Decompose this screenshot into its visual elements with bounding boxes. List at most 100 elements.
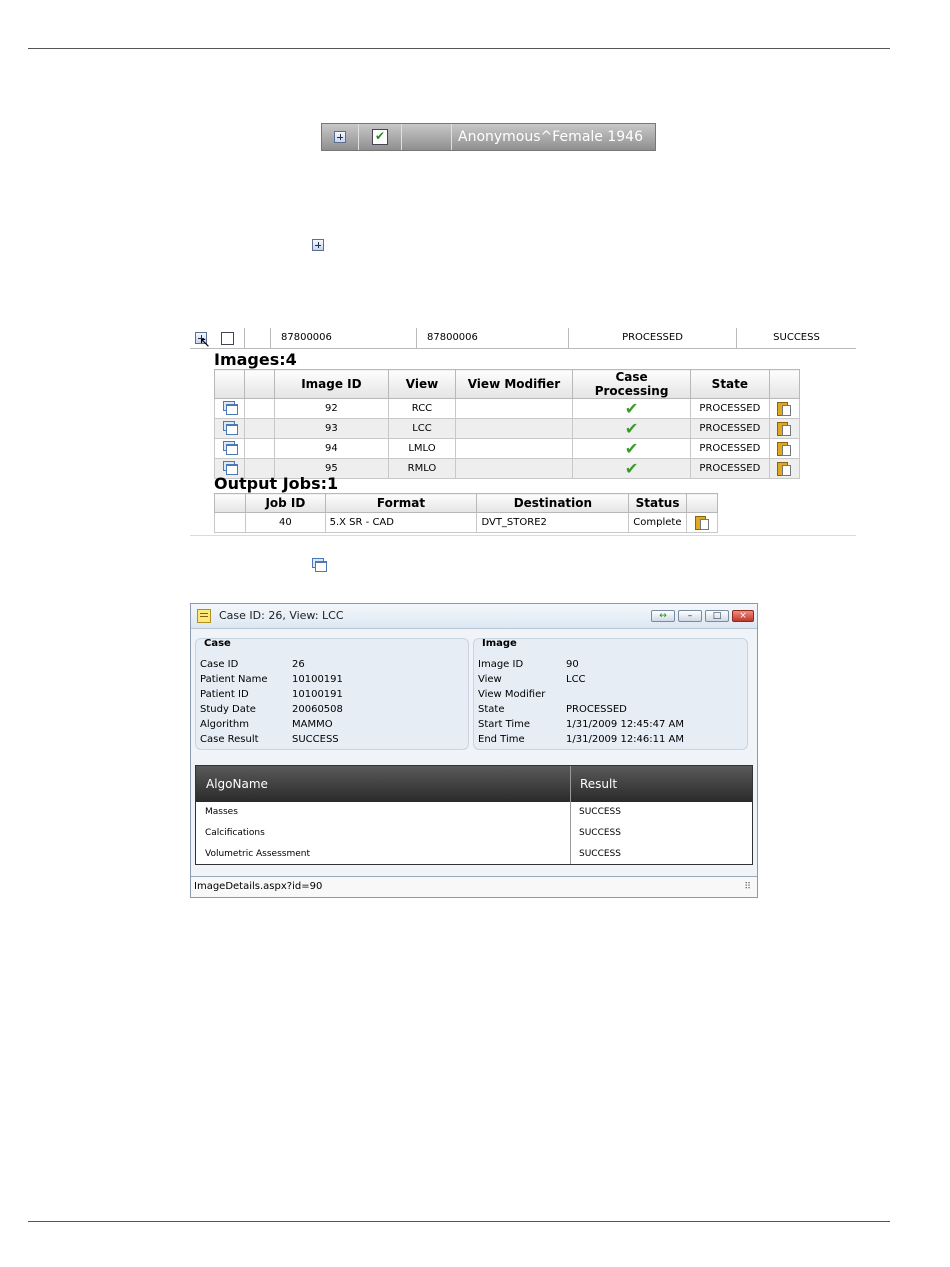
row-action-cell <box>768 418 801 439</box>
table-row: Calcifications SUCCESS <box>196 828 752 848</box>
image-label: View Modifier <box>478 689 546 700</box>
clipboard-icon[interactable] <box>777 460 792 476</box>
study-result: SUCCESS <box>736 328 856 348</box>
job-destination: DVT_STORE2 <box>476 512 630 533</box>
window-title: Case ID: 26, View: LCC <box>219 609 344 622</box>
expand-plus-icon[interactable] <box>334 131 346 143</box>
table-row: 92 RCC ✔ PROCESSED <box>213 398 801 419</box>
clipboard-icon[interactable] <box>694 514 709 530</box>
view-details-icon <box>312 558 327 572</box>
status-url: ImageDetails.aspx?id=90 <box>194 881 323 892</box>
image-view: RCC <box>387 398 456 419</box>
job-id: 40 <box>245 512 326 533</box>
window-titlebar[interactable]: Case ID: 26, View: LCC ↔ – □ × <box>191 604 757 629</box>
image-processing: ✔ <box>571 458 692 479</box>
row-icon-cell <box>213 438 246 459</box>
patient-row[interactable]: ✔ Anonymous^Female 1946 <box>321 123 656 151</box>
resize-grip-icon[interactable]: ⠿ <box>744 877 751 897</box>
images-heading: Images:4 <box>214 350 297 369</box>
status-bar: ImageDetails.aspx?id=90 ⠿ <box>191 876 757 897</box>
algo-result: SUCCESS <box>579 849 621 859</box>
images-col-modifier[interactable]: View Modifier <box>454 369 573 399</box>
image-legend: Image <box>482 638 517 649</box>
images-col-blank <box>244 369 275 399</box>
patient-checkbox[interactable]: ✔ <box>372 129 388 145</box>
checkmark-icon: ✔ <box>624 398 639 418</box>
row-icon-cell <box>213 418 246 439</box>
view-details-icon[interactable] <box>222 401 238 415</box>
checkmark-icon: ✔ <box>624 438 639 458</box>
case-label: Study Date <box>200 704 256 715</box>
case-label: Algorithm <box>200 719 249 730</box>
study-state: PROCESSED <box>568 328 736 348</box>
clipboard-icon[interactable] <box>777 420 792 436</box>
image-view: LCC <box>387 418 456 439</box>
study-block: ↖ 87800006 87800006 PROCESSED SUCCESS Im… <box>190 328 856 536</box>
image-state: PROCESSED <box>690 438 770 459</box>
image-values: 90 LCC PROCESSED 1/31/2009 12:45:47 AM 1… <box>566 657 684 747</box>
resize-arrows-icon[interactable]: ↔ <box>651 610 675 622</box>
image-label: Start Time <box>478 719 531 730</box>
case-value: 26 <box>292 659 305 670</box>
view-details-icon[interactable] <box>222 461 238 475</box>
case-values: 26 10100191 10100191 20060508 MAMMO SUCC… <box>292 657 343 747</box>
table-row: 94 LMLO ✔ PROCESSED <box>213 438 801 459</box>
jobs-header-row: Job ID Format Destination Status <box>213 493 719 513</box>
jobs-col-format[interactable]: Format <box>324 493 478 513</box>
view-details-icon[interactable] <box>222 421 238 435</box>
jobs-col-id[interactable]: Job ID <box>245 493 326 513</box>
job-action-cell <box>685 512 719 533</box>
jobs-col-status[interactable]: Status <box>628 493 687 513</box>
images-table: Image ID View View Modifier Case Process… <box>213 369 801 479</box>
maximize-icon[interactable]: □ <box>705 610 729 622</box>
case-value: 10100191 <box>292 689 343 700</box>
study-col2: 87800006 <box>416 328 568 348</box>
cursor-arrow-icon: ↖ <box>199 335 211 351</box>
case-label: Patient ID <box>200 689 249 700</box>
jobs-table: Job ID Format Destination Status 40 5.X … <box>213 493 719 533</box>
minimize-icon[interactable]: – <box>678 610 702 622</box>
image-processing: ✔ <box>571 418 692 439</box>
algo-name: Volumetric Assessment <box>205 849 310 859</box>
patient-name: Anonymous^Female 1946 <box>458 129 643 145</box>
view-details-icon[interactable] <box>222 441 238 455</box>
jobs-col-action <box>685 493 719 513</box>
clipboard-icon[interactable] <box>777 440 792 456</box>
output-jobs-heading: Output Jobs:1 <box>214 474 339 493</box>
image-value: 90 <box>566 659 579 670</box>
jobs-col-blank <box>213 493 247 513</box>
images-col-view[interactable]: View <box>387 369 456 399</box>
images-col-state[interactable]: State <box>690 369 770 399</box>
close-icon[interactable]: × <box>732 610 754 622</box>
images-col-id[interactable]: Image ID <box>273 369 389 399</box>
case-labels: Case ID Patient Name Patient ID Study Da… <box>200 657 268 747</box>
image-state: PROCESSED <box>690 458 770 479</box>
row-action-cell <box>768 458 801 479</box>
row-icon-cell <box>213 398 246 419</box>
images-col-action <box>768 369 801 399</box>
algo-col-result[interactable]: Result <box>580 777 617 791</box>
algo-header-row: AlgoName Result <box>196 766 752 802</box>
image-label: View <box>478 674 502 685</box>
image-modifier <box>454 438 573 459</box>
algo-col-name[interactable]: AlgoName <box>206 777 268 791</box>
row-action-cell <box>768 398 801 419</box>
image-label: State <box>478 704 505 715</box>
image-modifier <box>454 398 573 419</box>
case-value: 10100191 <box>292 674 343 685</box>
image-id: 93 <box>273 418 389 439</box>
bottom-rule <box>28 1221 890 1222</box>
study-row[interactable]: ↖ 87800006 87800006 PROCESSED SUCCESS <box>190 328 856 351</box>
case-panel: Case Case ID Patient Name Patient ID Stu… <box>195 638 469 750</box>
images-header-row: Image ID View View Modifier Case Process… <box>213 369 801 399</box>
study-checkbox[interactable] <box>221 332 234 345</box>
images-col-processing[interactable]: Case Processing <box>571 369 692 399</box>
clipboard-icon[interactable] <box>777 400 792 416</box>
table-row: Masses SUCCESS <box>196 807 752 827</box>
image-value: LCC <box>566 674 586 685</box>
image-label: Image ID <box>478 659 524 670</box>
jobs-col-destination[interactable]: Destination <box>476 493 630 513</box>
study-col1: 87800006 <box>270 328 416 348</box>
table-row: 93 LCC ✔ PROCESSED <box>213 418 801 439</box>
study-bottom-rule <box>190 535 856 536</box>
